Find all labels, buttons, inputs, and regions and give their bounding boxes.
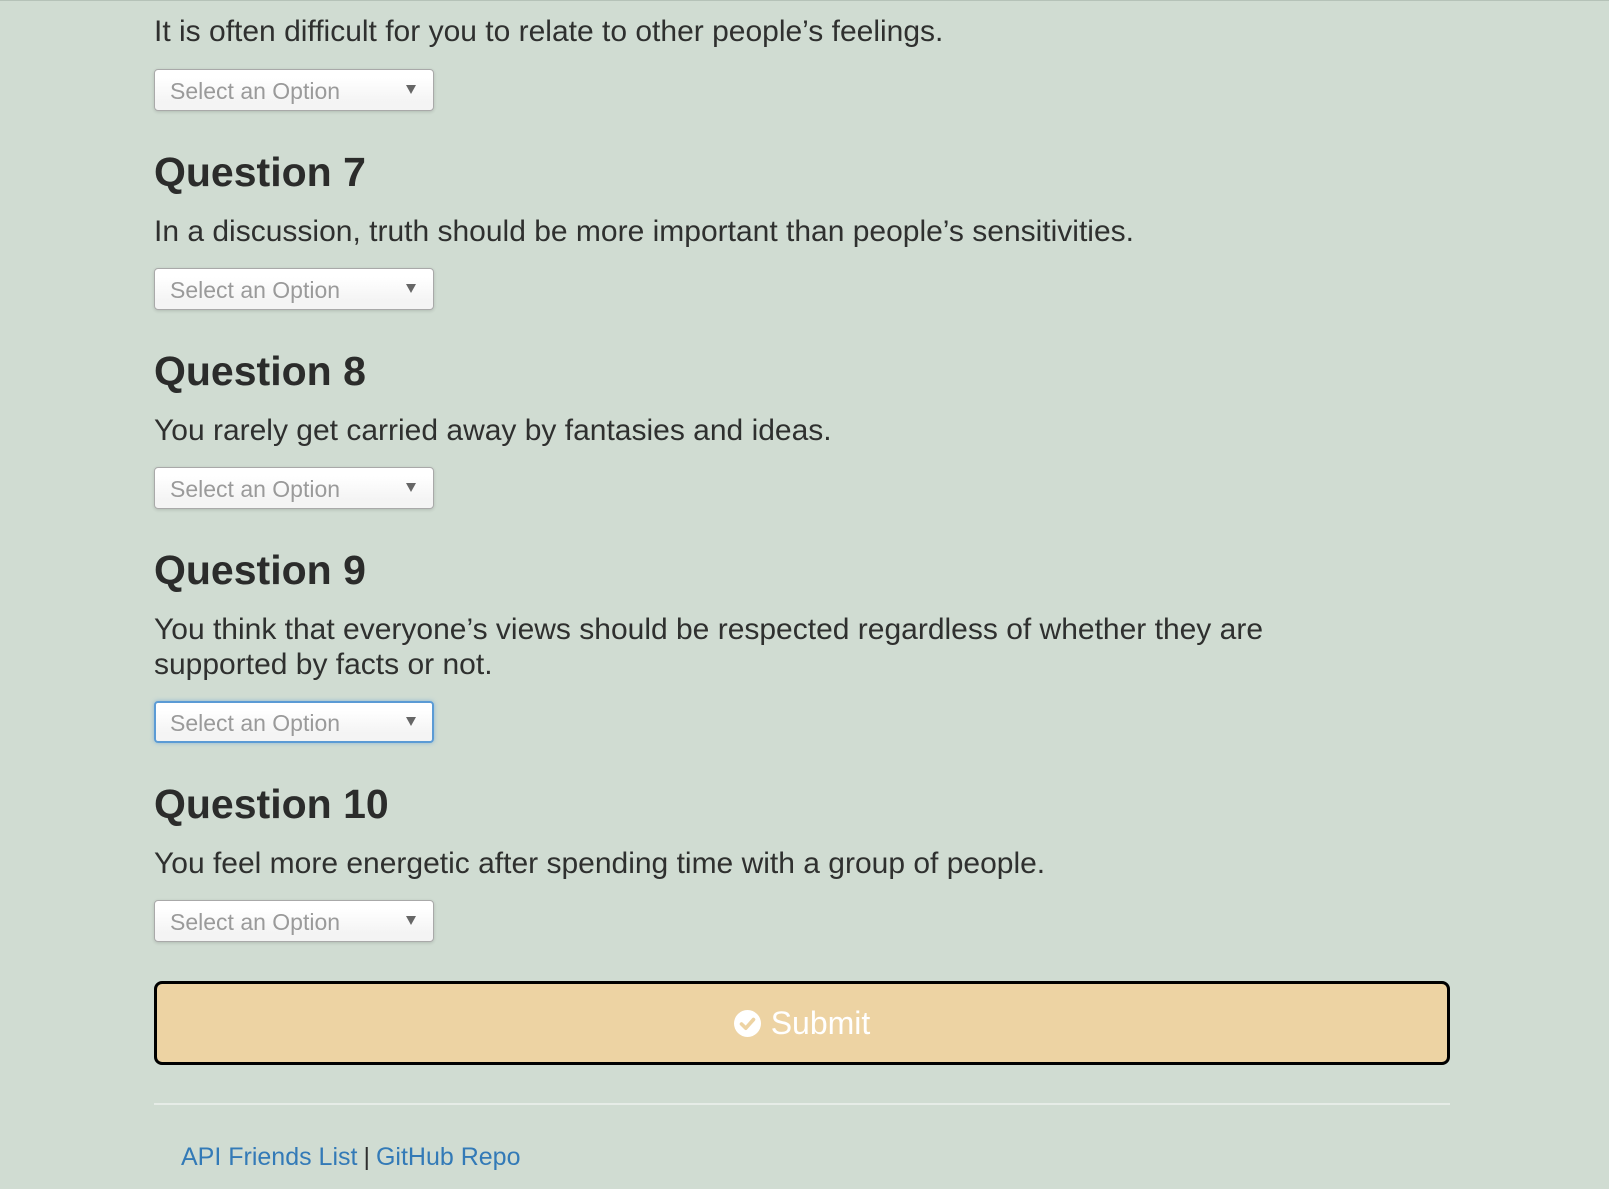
question-9-heading: Question 9 bbox=[154, 547, 366, 593]
select-placeholder: Select an Option bbox=[170, 909, 341, 935]
question-10-prompt: You feel more energetic after spending t… bbox=[154, 847, 1046, 880]
select-placeholder: Select an Option bbox=[170, 277, 341, 303]
select-placeholder: Select an Option bbox=[170, 476, 341, 502]
submit-label: Submit bbox=[770, 1004, 871, 1041]
question-9-select[interactable]: Select an Option bbox=[154, 701, 434, 743]
question-6-select[interactable]: Select an Option bbox=[154, 69, 434, 111]
footer-divider bbox=[154, 1103, 1450, 1105]
submit-button[interactable]: Submit bbox=[154, 981, 1450, 1065]
question-10-select[interactable]: Select an Option bbox=[154, 900, 434, 942]
check-circle-icon bbox=[733, 1009, 761, 1037]
footer-separator: | bbox=[363, 1143, 370, 1171]
question-8-select[interactable]: Select an Option bbox=[154, 467, 434, 509]
chevron-down-icon bbox=[406, 483, 416, 492]
question-8-heading: Question 8 bbox=[154, 348, 366, 394]
api-friends-list-link[interactable]: API Friends List bbox=[181, 1143, 357, 1171]
top-border bbox=[0, 0, 1609, 1]
select-placeholder: Select an Option bbox=[170, 710, 341, 736]
question-7-select[interactable]: Select an Option bbox=[154, 268, 434, 310]
footer: API Friends List | GitHub Repo bbox=[181, 1142, 520, 1172]
chevron-down-icon bbox=[406, 916, 416, 925]
question-10-heading: Question 10 bbox=[154, 781, 389, 827]
question-6-prompt: It is often difficult for you to relate … bbox=[154, 15, 944, 48]
question-7-prompt: In a discussion, truth should be more im… bbox=[154, 215, 1134, 248]
question-8-prompt: You rarely get carried away by fantasies… bbox=[154, 414, 832, 447]
chevron-down-icon bbox=[406, 85, 416, 94]
github-repo-link[interactable]: GitHub Repo bbox=[376, 1143, 521, 1171]
chevron-down-icon bbox=[406, 284, 416, 293]
question-7-heading: Question 7 bbox=[154, 149, 366, 195]
chevron-down-icon bbox=[406, 717, 416, 726]
select-placeholder: Select an Option bbox=[170, 78, 341, 104]
question-9-prompt: You think that everyone’s views should b… bbox=[154, 613, 1264, 681]
